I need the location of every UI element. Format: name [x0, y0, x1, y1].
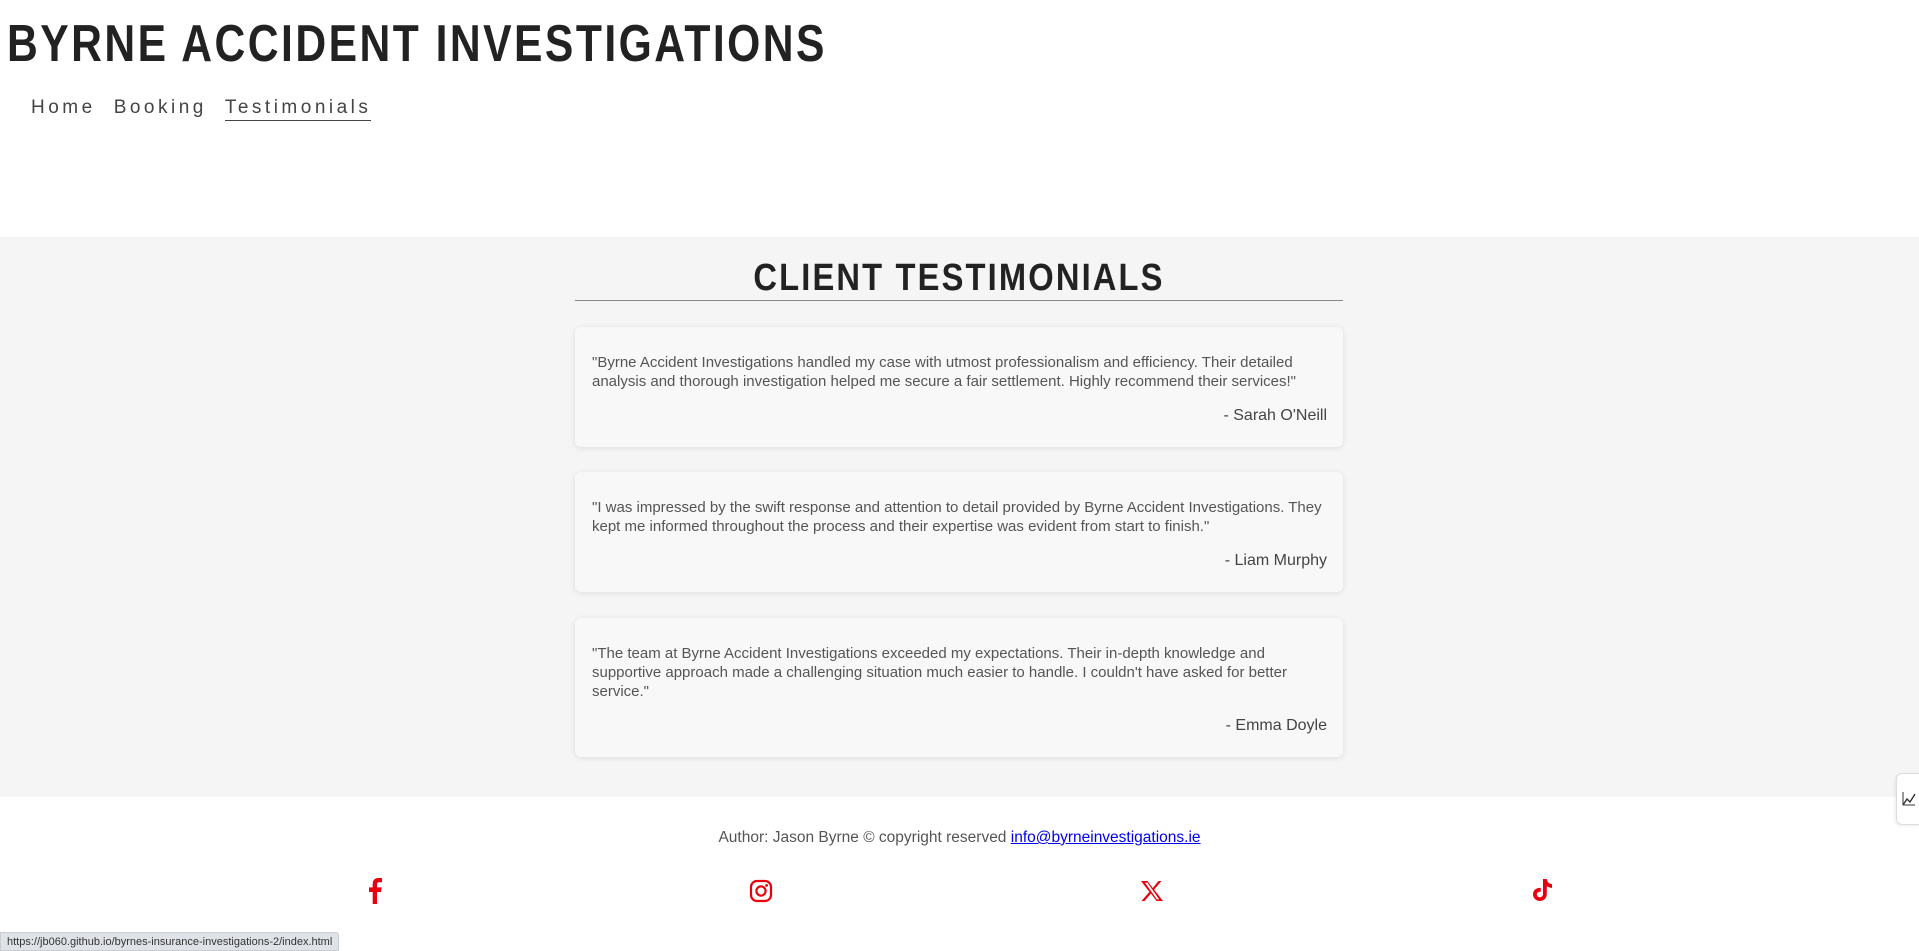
testimonial-author: - Emma Doyle [1225, 717, 1327, 734]
testimonial-author: - Sarah O'Neill [1223, 407, 1327, 424]
section-heading: CLIENT TESTIMONIALS [753, 257, 1165, 299]
testimonial-card: "I was impressed by the swift response a… [575, 472, 1343, 592]
footer-email-link[interactable]: info@byrneinvestigations.ie [1011, 829, 1201, 846]
testimonial-quote: "Byrne Accident Investigations handled m… [592, 354, 1297, 390]
footer-credits: Author: Jason Byrne © copyright reserved… [0, 829, 1919, 847]
x-icon[interactable] [1138, 877, 1166, 905]
chart-line-icon [1901, 792, 1916, 806]
testimonial-quote: "The team at Byrne Accident Investigatio… [592, 645, 1287, 700]
testimonial-card: "Byrne Accident Investigations handled m… [575, 327, 1343, 447]
main-nav: Home Booking Testimonials [31, 97, 372, 121]
facebook-icon[interactable] [361, 877, 389, 905]
instagram-icon[interactable] [747, 877, 775, 905]
footer-author-text: Author: Jason Byrne © copyright reserved [718, 829, 1011, 846]
status-bar-url: https://jb060.github.io/byrnes-insurance… [0, 932, 340, 951]
testimonial-quote: "I was impressed by the swift response a… [592, 499, 1322, 535]
testimonial-author: - Liam Murphy [1224, 552, 1327, 569]
site-title: BYRNE ACCIDENT INVESTIGATIONS [7, 15, 827, 73]
nav-testimonials-link[interactable]: Testimonials [224, 97, 372, 121]
nav-home-link[interactable]: Home [31, 97, 96, 121]
heading-divider [575, 300, 1343, 301]
nav-booking-link[interactable]: Booking [114, 97, 207, 121]
testimonial-card: "The team at Byrne Accident Investigatio… [575, 618, 1343, 757]
testimonials-section: CLIENT TESTIMONIALS "Byrne Accident Inve… [0, 237, 1919, 797]
tiktok-icon[interactable] [1528, 877, 1556, 905]
side-widget[interactable] [1896, 773, 1919, 825]
